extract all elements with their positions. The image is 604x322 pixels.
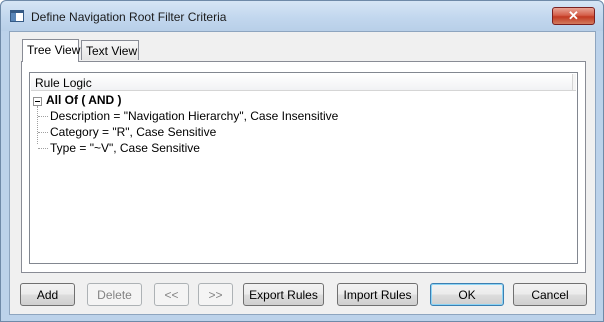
dialog-window: Define Navigation Root Filter Criteria ✕… <box>0 0 604 322</box>
tree-branch-line <box>38 116 48 117</box>
tab-text-view[interactable]: Text View <box>81 40 139 60</box>
tree-branch-line <box>38 132 48 133</box>
tree-root-node[interactable]: All Of ( AND ) <box>46 93 122 107</box>
tree-node-label-type: Type = "~V", Case Sensitive <box>50 141 200 155</box>
tree-connector-line <box>37 106 38 144</box>
dialog-client-area: Tree View Text View Rule Logic All Of ( … <box>9 31 596 315</box>
import-rules-button[interactable]: Import Rules <box>337 283 418 306</box>
tree-node-label-description: Description = "Navigation Hierarchy", Ca… <box>50 109 339 123</box>
window-title: Define Navigation Root Filter Criteria <box>31 10 227 24</box>
tree-branch-line <box>38 148 48 149</box>
rule-logic-column-header[interactable]: Rule Logic <box>31 74 576 91</box>
cancel-button[interactable]: Cancel <box>513 283 587 306</box>
delete-button[interactable]: Delete <box>87 283 142 306</box>
close-button[interactable]: ✕ <box>552 7 595 25</box>
tree-view-panel: Rule Logic All Of ( AND ) Description = … <box>21 61 586 273</box>
tab-tree-view[interactable]: Tree View <box>22 39 80 62</box>
collapse-toggle-icon[interactable] <box>33 97 42 106</box>
next-button[interactable]: >> <box>198 283 233 306</box>
previous-button[interactable]: << <box>154 283 189 306</box>
tree-node-label-category: Category = "R", Case Sensitive <box>50 125 217 139</box>
title-bar[interactable]: Define Navigation Root Filter Criteria ✕ <box>1 1 603 31</box>
export-rules-button[interactable]: Export Rules <box>243 283 324 306</box>
ok-button[interactable]: OK <box>430 283 504 306</box>
application-icon <box>10 10 24 22</box>
add-button[interactable]: Add <box>20 283 75 306</box>
rule-logic-tree[interactable]: Rule Logic All Of ( AND ) Description = … <box>29 72 578 264</box>
